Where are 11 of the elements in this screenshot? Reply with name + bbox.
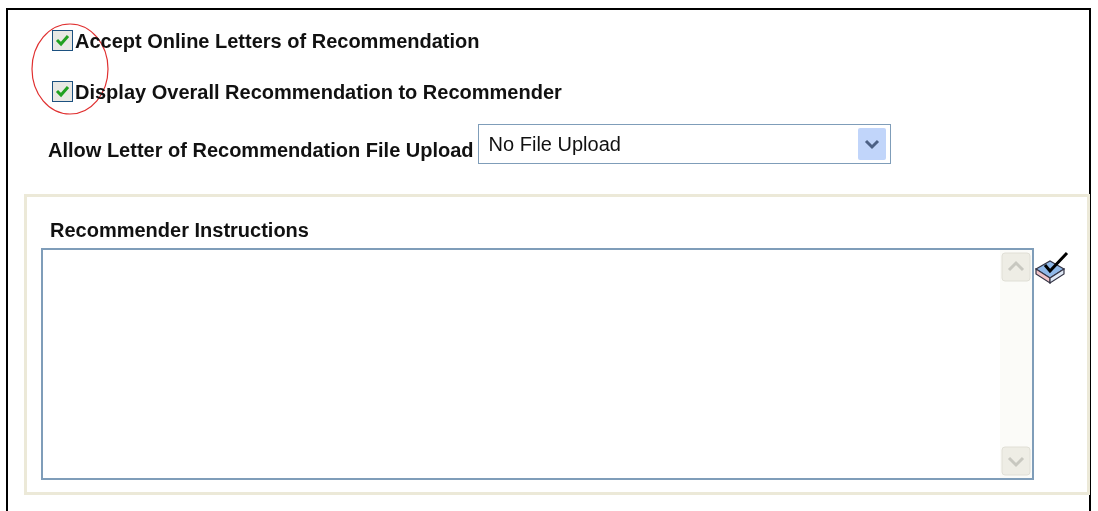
spellcheck-book-icon[interactable] bbox=[1033, 251, 1069, 285]
chevron-down-icon bbox=[857, 128, 886, 160]
panel-title: Recommender Instructions bbox=[50, 218, 309, 243]
check-icon bbox=[55, 85, 70, 98]
check-icon bbox=[55, 34, 70, 47]
file-upload-dropdown[interactable]: No File Upload bbox=[477, 124, 891, 164]
checkbox[interactable] bbox=[52, 30, 73, 51]
field-label: Allow Letter of Recommendation File Upload bbox=[48, 140, 474, 163]
scrollbar[interactable] bbox=[1000, 250, 1032, 478]
checkbox[interactable] bbox=[52, 81, 73, 102]
scroll-down-icon[interactable] bbox=[1001, 446, 1031, 476]
